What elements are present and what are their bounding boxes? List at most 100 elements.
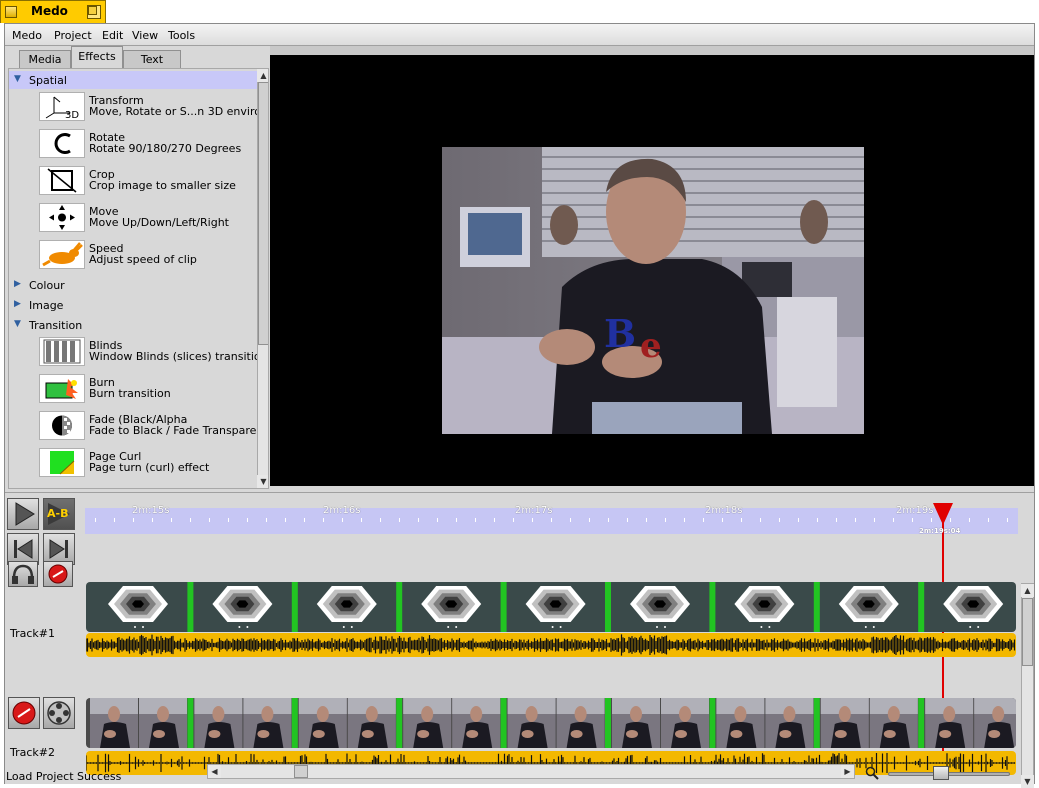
clip-separator — [291, 698, 298, 748]
effect-fade[interactable]: Fade (Black/Alpha Fade to Black / Fade T… — [39, 410, 268, 443]
thumb-head — [470, 706, 483, 722]
track1-monitor-button[interactable] — [8, 561, 38, 587]
track1-mute-button[interactable] — [43, 561, 73, 587]
effect-transform[interactable]: 3D Transform Move, Rotate or S...n 3D en… — [39, 91, 268, 124]
frame-dot — [455, 626, 458, 628]
effect-move[interactable]: Move Move Up/Down/Left/Right — [39, 202, 257, 235]
tab-effects[interactable]: Effects — [71, 46, 123, 68]
frame-dot — [246, 626, 249, 628]
effect-desc: Burn transition — [89, 387, 171, 400]
thumb-head — [525, 706, 538, 722]
expanded-arrow-icon: ▼ — [14, 74, 21, 84]
frame-dot — [664, 626, 666, 628]
category-transition[interactable]: ▼ Transition — [9, 316, 258, 334]
track1-video-clip[interactable] — [86, 582, 1016, 632]
effect-desc: Crop image to smaller size — [89, 179, 236, 192]
thumb-head — [316, 706, 329, 722]
tab-bar: Media Effects Text — [5, 46, 270, 68]
thumb-hands — [417, 730, 430, 738]
timeline: A-B 2m:15s 2m:16s 2m:17s 2m:18s 2m:19s 2m:19… — [5, 492, 1034, 788]
thumb-head — [992, 706, 1005, 722]
zoom-search-icon[interactable] — [865, 766, 879, 783]
scroll-thumb[interactable] — [258, 82, 268, 345]
thumb-head — [421, 706, 434, 722]
effects-scrollbar[interactable]: ▲ ▼ — [257, 69, 268, 488]
zoom-slider[interactable] — [888, 772, 1010, 776]
frame-dot — [142, 626, 144, 628]
thumb-hands — [521, 730, 534, 738]
play-button[interactable] — [7, 498, 39, 530]
ruler-tickmark — [114, 518, 115, 522]
effect-page-curl[interactable]: Page Curl Page turn (curl) effect — [39, 447, 257, 480]
clip-separator — [605, 698, 611, 748]
scroll-left-icon[interactable]: ◀ — [208, 765, 221, 778]
ruler-tickmark — [608, 518, 609, 522]
crop-icon — [39, 166, 85, 195]
track2-video-clip[interactable] — [86, 698, 1016, 748]
category-image[interactable]: ▶ Image — [9, 296, 258, 314]
burn-icon — [39, 374, 85, 403]
window-tab[interactable]: Medo — [0, 0, 106, 23]
ab-loop-button[interactable]: A-B — [43, 498, 75, 530]
rotate-icon — [39, 129, 85, 158]
close-box-icon[interactable] — [5, 6, 17, 18]
timeline-horizontal-scrollbar[interactable]: ◀ ▶ — [207, 764, 855, 779]
scroll-thumb[interactable] — [294, 765, 308, 778]
ruler-tickmark — [285, 518, 286, 522]
scroll-thumb[interactable] — [1022, 598, 1033, 666]
ruler-tick-label: 2m:18s — [705, 505, 743, 516]
thumb-hands — [939, 730, 952, 738]
scroll-right-icon[interactable]: ▶ — [841, 765, 854, 778]
time-ruler[interactable]: 2m:15s 2m:16s 2m:17s 2m:18s 2m:19s — [85, 505, 1018, 534]
frame-dot — [977, 626, 980, 628]
track2-label: Track#2 — [10, 746, 55, 759]
ruler-tickmark — [361, 518, 362, 522]
ruler-tickmark — [532, 518, 533, 522]
menu-view[interactable]: View — [132, 29, 158, 42]
collapsed-arrow-icon: ▶ — [14, 299, 21, 309]
effect-desc: Rotate 90/180/270 Degrees — [89, 142, 242, 155]
ruler-tickmark — [95, 518, 96, 522]
menu-medo[interactable]: Medo — [12, 29, 42, 42]
effect-desc: Fade to Black / Fade Transparency — [89, 424, 269, 437]
track1-audio-clip[interactable] — [86, 633, 1016, 657]
ruler-tickmark — [912, 518, 913, 522]
transform-3d-icon: 3D — [39, 92, 85, 121]
effect-speed[interactable]: Speed Adjust speed of clip — [39, 239, 257, 272]
category-spatial[interactable]: ▼ Spatial — [9, 71, 258, 89]
scroll-down-icon[interactable]: ▼ — [257, 475, 268, 488]
ruler-tickmark — [855, 518, 856, 522]
playhead-marker[interactable] — [933, 503, 953, 525]
zoom-slider-thumb[interactable] — [933, 766, 949, 780]
scroll-up-icon[interactable]: ▲ — [257, 69, 268, 82]
ab-label: A-B — [47, 507, 69, 520]
timeline-scrollbar[interactable]: ▲ ▼ — [1021, 583, 1034, 788]
ruler-tickmark — [399, 518, 400, 522]
effect-blinds[interactable]: Blinds Window Blinds (slices) transition — [39, 336, 268, 369]
ruler-tickmark — [741, 518, 742, 522]
expanded-arrow-icon: ▼ — [14, 319, 21, 329]
scroll-up-icon[interactable]: ▲ — [1021, 584, 1034, 597]
track2-film-button[interactable] — [43, 697, 75, 729]
category-colour[interactable]: ▶ Colour — [9, 276, 258, 294]
ruler-tickmark — [627, 518, 628, 522]
effect-burn[interactable]: Burn Burn transition — [39, 373, 257, 406]
tab-text[interactable]: Text — [123, 50, 181, 68]
effect-crop[interactable]: Crop Crop image to smaller size — [39, 165, 257, 198]
page-curl-icon — [39, 448, 85, 477]
ruler-tickmark — [342, 518, 343, 522]
menu-edit[interactable]: Edit — [102, 29, 123, 42]
zoom-box-icon[interactable] — [87, 5, 101, 19]
menu-tools[interactable]: Tools — [168, 29, 195, 42]
effect-rotate[interactable]: Rotate Rotate 90/180/270 Degrees — [39, 128, 257, 161]
effect-desc: Page turn (curl) effect — [89, 461, 210, 474]
thumb-head — [365, 706, 378, 722]
tab-media[interactable]: Media — [19, 50, 71, 68]
track2-mute-button[interactable] — [8, 697, 40, 729]
ruler-tick-label: 2m:15s — [132, 505, 170, 516]
menu-bar: Medo Project Edit View Tools — [5, 24, 1034, 46]
clip-separator — [291, 582, 298, 632]
clip-separator — [187, 698, 194, 748]
menu-project[interactable]: Project — [54, 29, 92, 42]
frame-dot — [768, 626, 771, 628]
